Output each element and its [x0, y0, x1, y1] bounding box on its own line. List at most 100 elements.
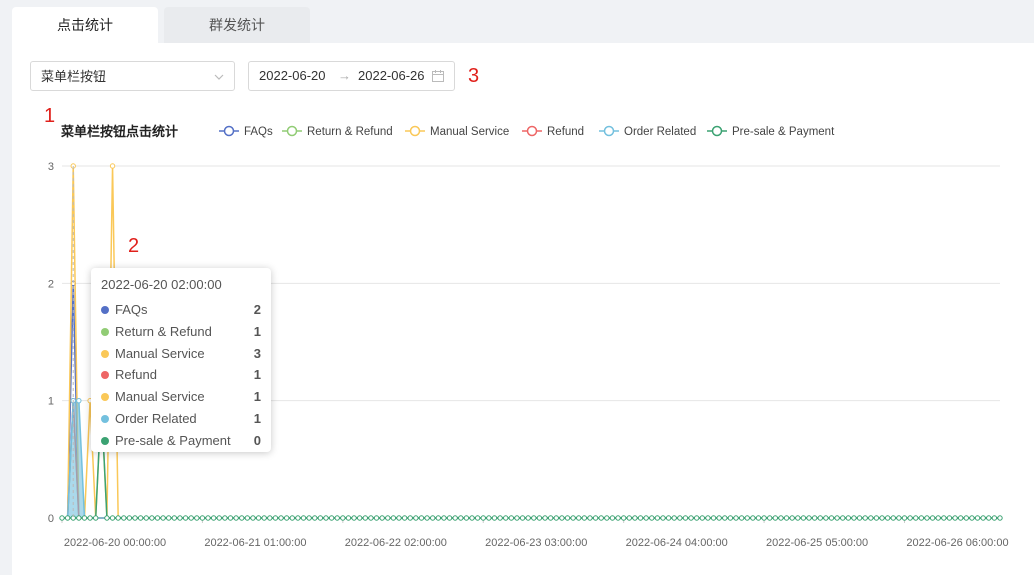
data-point[interactable] [104, 515, 110, 521]
legend-item[interactable]: Return & Refund [282, 125, 393, 138]
data-point[interactable] [244, 515, 251, 521]
data-point[interactable] [767, 515, 773, 521]
data-point[interactable] [452, 515, 458, 521]
data-point[interactable] [918, 515, 925, 521]
data-point[interactable] [486, 515, 492, 521]
data-point[interactable] [121, 515, 127, 521]
data-point[interactable] [581, 515, 588, 521]
data-point[interactable] [559, 515, 565, 521]
data-point[interactable] [969, 515, 975, 521]
data-point[interactable] [733, 515, 739, 521]
data-point[interactable] [913, 515, 919, 521]
data-point[interactable] [93, 515, 99, 521]
data-point[interactable] [609, 515, 616, 521]
data-point[interactable] [952, 515, 958, 521]
data-point[interactable] [986, 515, 992, 521]
data-point[interactable] [351, 515, 357, 521]
data-point[interactable] [553, 515, 559, 521]
data-point[interactable] [840, 515, 846, 521]
data-point[interactable] [761, 515, 767, 521]
data-point[interactable] [430, 515, 436, 521]
data-point[interactable] [744, 515, 750, 521]
data-point[interactable] [851, 515, 857, 521]
data-point[interactable] [727, 515, 734, 521]
data-point[interactable] [817, 515, 823, 521]
data-point[interactable] [210, 515, 217, 521]
data-point[interactable] [750, 515, 756, 521]
data-point[interactable] [328, 515, 335, 521]
data-point[interactable] [295, 515, 301, 521]
data-point[interactable] [233, 515, 239, 521]
data-point[interactable] [620, 515, 627, 521]
data-point[interactable] [907, 515, 913, 521]
data-point[interactable] [396, 515, 402, 521]
data-point[interactable] [974, 515, 981, 521]
data-point[interactable] [564, 515, 571, 521]
data-point[interactable] [115, 515, 121, 521]
data-point[interactable] [570, 515, 576, 521]
data-point[interactable] [946, 515, 953, 521]
data-point[interactable] [177, 515, 183, 521]
data-point[interactable] [890, 515, 896, 521]
data-point[interactable] [255, 515, 262, 521]
data-point[interactable] [261, 515, 267, 521]
data-point[interactable] [401, 515, 408, 521]
data-point[interactable] [463, 515, 470, 521]
data-point[interactable] [592, 515, 599, 521]
data-point[interactable] [373, 515, 380, 521]
data-point[interactable] [239, 515, 245, 521]
data-point[interactable] [941, 515, 947, 521]
data-point[interactable] [334, 515, 340, 521]
data-point[interactable] [81, 515, 88, 521]
data-point[interactable] [682, 515, 689, 521]
data-point[interactable] [137, 515, 144, 521]
data-point[interactable] [738, 515, 745, 521]
data-point[interactable] [823, 515, 829, 521]
data-point[interactable] [654, 515, 661, 521]
data-point[interactable] [283, 515, 290, 521]
data-point[interactable] [598, 515, 604, 521]
data-point[interactable] [250, 515, 256, 521]
data-point[interactable] [205, 515, 211, 521]
data-point[interactable] [649, 515, 655, 521]
data-point[interactable] [199, 515, 206, 521]
data-point[interactable] [356, 515, 363, 521]
data-point[interactable] [806, 515, 812, 521]
data-point[interactable] [317, 515, 324, 521]
data-point[interactable] [991, 515, 998, 521]
data-point[interactable] [699, 515, 706, 521]
data-point[interactable] [503, 515, 509, 521]
data-point[interactable] [862, 515, 868, 521]
data-point[interactable] [525, 515, 531, 521]
data-point[interactable] [643, 515, 649, 521]
data-point[interactable] [272, 515, 279, 521]
data-point[interactable] [604, 515, 610, 521]
data-point[interactable] [508, 515, 515, 521]
data-point[interactable] [929, 515, 936, 521]
data-point[interactable] [997, 515, 1003, 521]
data-point[interactable] [755, 515, 762, 521]
data-point[interactable] [795, 515, 801, 521]
data-point[interactable] [896, 515, 902, 521]
data-point[interactable] [132, 515, 138, 521]
data-point[interactable] [222, 515, 228, 521]
data-point[interactable] [693, 515, 700, 521]
data-point[interactable] [873, 515, 880, 521]
data-point[interactable] [435, 515, 442, 521]
data-point[interactable] [491, 515, 498, 521]
data-point[interactable] [216, 515, 222, 521]
data-point[interactable] [901, 515, 908, 521]
data-point[interactable] [705, 515, 711, 521]
legend-item[interactable]: Manual Service [405, 125, 509, 138]
data-point[interactable] [171, 515, 178, 521]
data-point[interactable] [963, 515, 969, 521]
data-point[interactable] [671, 515, 677, 521]
data-point[interactable] [576, 515, 582, 521]
data-point[interactable] [615, 515, 621, 521]
data-point[interactable] [587, 515, 593, 521]
data-point[interactable] [845, 515, 852, 521]
data-point[interactable] [300, 515, 307, 521]
data-point[interactable] [868, 515, 874, 521]
data-point[interactable] [188, 515, 194, 521]
data-point[interactable] [474, 515, 481, 521]
